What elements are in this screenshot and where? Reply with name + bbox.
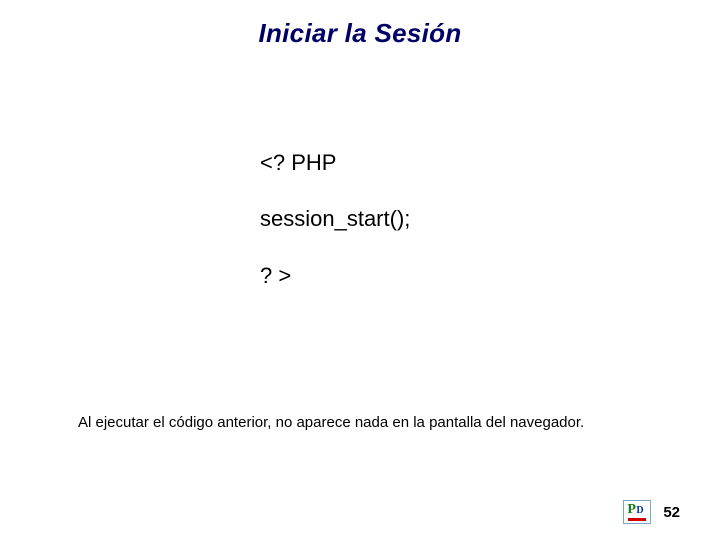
caption-text: Al ejecutar el código anterior, no apare…: [78, 414, 584, 431]
page-number: 52: [663, 504, 680, 521]
slide-title: Iniciar la Sesión: [0, 18, 720, 49]
logo-icon: P D: [623, 500, 651, 524]
code-line-open: <? PHP: [260, 150, 410, 176]
footer: P D 52: [623, 500, 680, 524]
code-block: <? PHP session_start(); ? >: [260, 150, 410, 319]
code-line-session: session_start();: [260, 206, 410, 232]
code-line-close: ? >: [260, 263, 410, 289]
